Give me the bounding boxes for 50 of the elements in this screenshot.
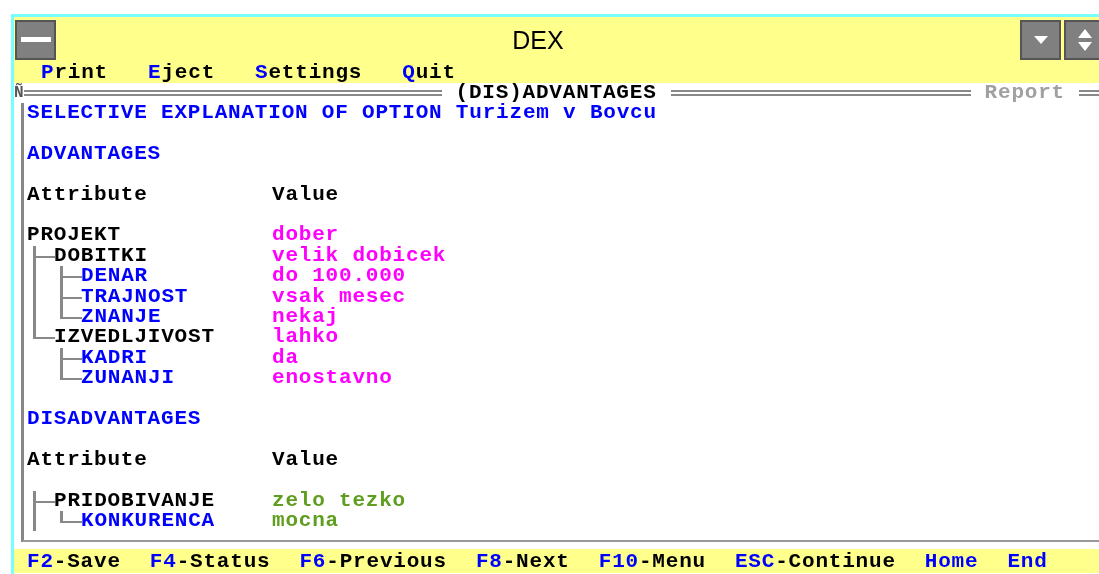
attribute-name: ZUNANJI (81, 368, 176, 389)
attribute-name: IZVEDLJIVOST (54, 327, 216, 348)
shortcut-key[interactable]: F4-Status (149, 549, 271, 573)
menu-item[interactable]: Print (41, 63, 108, 83)
restore-button[interactable] (1064, 20, 1099, 60)
attribute-value: nekaj (272, 306, 339, 328)
shortcut-key[interactable]: End (1007, 549, 1048, 573)
attribute-value: lahko (272, 327, 339, 348)
minimize-button[interactable] (1020, 20, 1061, 60)
separator-marker: Ñ (14, 83, 24, 103)
attribute-name: PROJEKT (27, 225, 122, 246)
column-header: Attribute (27, 184, 149, 205)
column-header: Value (272, 184, 339, 205)
shortcut-key[interactable]: F10-Menu (598, 549, 706, 573)
column-header: Value (272, 449, 339, 471)
attribute-value: velik dobicek (272, 245, 447, 267)
menu-item[interactable]: Eject (148, 63, 216, 83)
down-triangle-icon (1033, 36, 1048, 44)
attribute-value: do 100.000 (272, 266, 407, 287)
attribute-value: vsak mesec (272, 286, 407, 307)
attribute-name: TRAJNOST (81, 286, 190, 307)
attribute-name: DENAR (81, 266, 149, 287)
report-title: SELECTIVE EXPLANATION OF OPTION Turizem v Bovcu (27, 103, 658, 124)
dash-icon (20, 37, 51, 43)
shortcut-key[interactable]: F2-Save (27, 549, 121, 573)
section-title: DISADVANTAGES (27, 408, 203, 430)
shortcut-key[interactable]: F8-Next (475, 549, 570, 573)
shortcut-key[interactable]: ESC-Continue (734, 549, 896, 573)
attribute-value: mocna (272, 510, 339, 532)
menu-item[interactable]: Settings (255, 63, 363, 83)
section-title: ADVANTAGES (27, 143, 163, 165)
shortcut-key[interactable]: Home (924, 549, 979, 573)
shortcut-key[interactable]: F6-Previous (299, 549, 447, 573)
attribute-value: da (272, 347, 299, 369)
window-title: DEX (511, 25, 565, 55)
column-header: Attribute (27, 449, 149, 471)
attribute-name: KADRI (81, 347, 149, 369)
report-label: Report (983, 83, 1066, 103)
attribute-value: enostavno (272, 368, 393, 389)
attribute-name: DOBITKI (54, 245, 149, 267)
menu-item[interactable]: Quit (402, 63, 456, 83)
attribute-name: PRIDOBIVANJE (54, 490, 216, 511)
attribute-value: zelo tezko (272, 490, 407, 511)
attribute-name: ZNANJE (81, 306, 163, 328)
attribute-name: KONKURENCA (81, 510, 217, 532)
attribute-value: dober (272, 225, 339, 246)
system-menu-button[interactable] (15, 20, 56, 60)
panel-title: (DIS)ADVANTAGES (454, 83, 658, 103)
up-down-arrows-icon (1077, 29, 1092, 51)
double-rule (1079, 90, 1099, 96)
